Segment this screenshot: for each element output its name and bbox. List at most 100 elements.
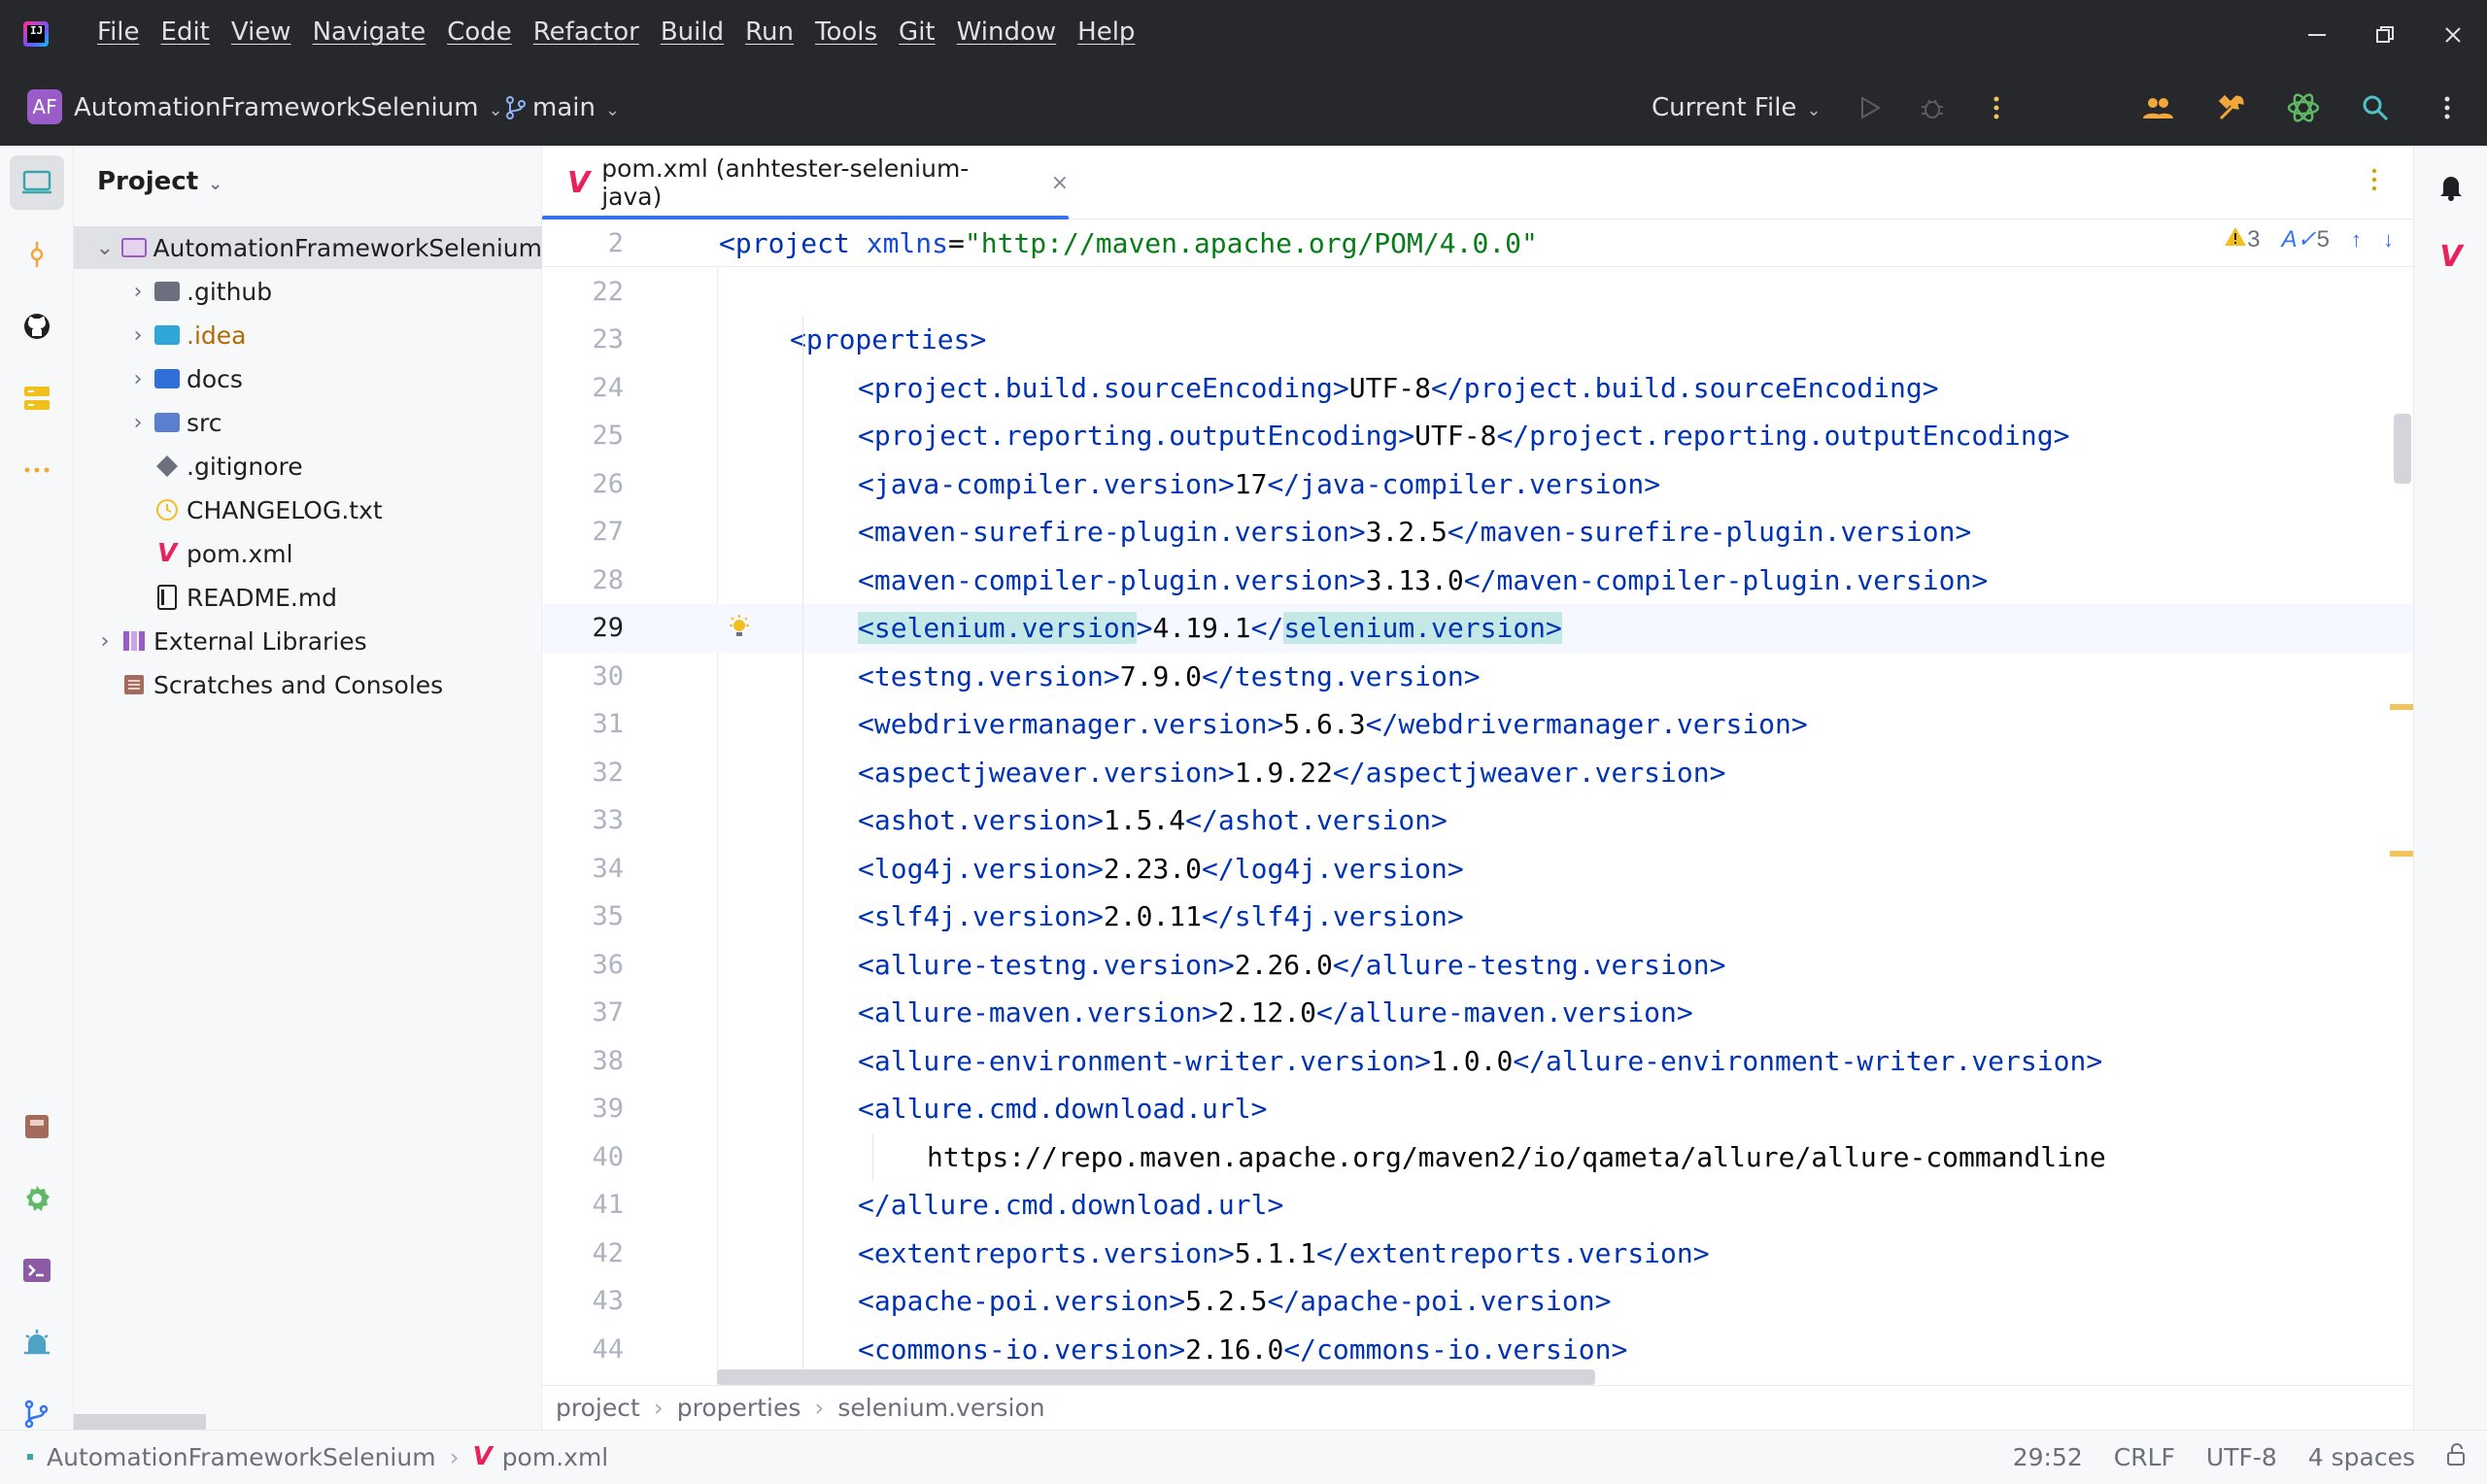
debug-icon[interactable]	[1916, 91, 1949, 124]
code-line[interactable]: 34 <log4j.version>2.23.0</log4j.version>	[542, 845, 2413, 894]
github-icon[interactable]	[10, 299, 64, 354]
terminal-tool-icon[interactable]	[10, 1243, 64, 1298]
search-everywhere-icon[interactable]	[2359, 91, 2392, 124]
indent-setting[interactable]: 4 spaces	[2308, 1443, 2415, 1471]
line-separator[interactable]: CRLF	[2114, 1443, 2175, 1471]
code-line[interactable]: 43 <apache-poi.version>5.2.5</apache-poi.…	[542, 1277, 2413, 1326]
chevron-right-icon[interactable]: ›	[128, 280, 148, 304]
code-line[interactable]: 26 <java-compiler.version>17</java-compil…	[542, 460, 2413, 509]
code-line[interactable]: 42 <extentreports.version>5.1.1</extentre…	[542, 1230, 2413, 1278]
editor-horizontal-scrollbar[interactable]	[717, 1369, 1595, 1385]
code-line[interactable]: 44 <commons-io.version>2.16.0</commons-io…	[542, 1326, 2413, 1374]
chevron-down-icon[interactable]: ⌄	[95, 236, 115, 260]
maven-tool-icon[interactable]: V	[2424, 229, 2478, 284]
caret-position[interactable]: 29:52	[2013, 1443, 2083, 1471]
status-project[interactable]: AutomationFrameworkSelenium	[47, 1443, 436, 1471]
menu-edit[interactable]: Edit	[161, 17, 221, 47]
warning-marker[interactable]	[2390, 704, 2413, 710]
code-line[interactable]: 38 <allure-environment-writer.version>1.0…	[542, 1037, 2413, 1086]
unlock-icon[interactable]	[2446, 1442, 2468, 1471]
code-line[interactable]: 40 https://repo.maven.apache.org/maven2/i…	[542, 1133, 2413, 1182]
code-line[interactable]: 22	[542, 268, 2413, 317]
code-line[interactable]: 27 <maven-surefire-plugin.version>3.2.5</…	[542, 508, 2413, 556]
notifications-bell-icon[interactable]	[2424, 159, 2478, 214]
breadcrumb-item[interactable]: selenium.version	[837, 1394, 1044, 1422]
menu-run[interactable]: Run	[745, 17, 804, 47]
more-actions-icon[interactable]	[1980, 91, 2013, 124]
code-editor[interactable]: 22 23 <properties> 24 <project.build.sourceE…	[542, 219, 2413, 1385]
menu-refactor[interactable]: Refactor	[533, 17, 650, 47]
next-highlight-icon[interactable]: ↓	[2383, 227, 2394, 253]
tree-item-readme[interactable]: README.md	[74, 576, 542, 619]
code-line[interactable]: 39 <allure.cmd.download.url>	[542, 1085, 2413, 1133]
code-line[interactable]: 25 <project.reporting.outputEncoding>UTF-…	[542, 412, 2413, 460]
structure-tool-icon[interactable]	[10, 371, 64, 425]
code-line[interactable]: 28 <maven-compiler-plugin.version>3.13.0<…	[542, 556, 2413, 605]
code-line[interactable]: 24 <project.build.sourceEncoding>UTF-8</p…	[542, 364, 2413, 413]
tree-item-gitignore[interactable]: .gitignore	[74, 445, 542, 488]
settings-gear-icon[interactable]	[10, 1171, 64, 1226]
tab-options-icon[interactable]	[2370, 167, 2378, 198]
chevron-right-icon[interactable]: ›	[128, 411, 148, 435]
main-menu-icon[interactable]	[2431, 91, 2464, 124]
ai-assistant-icon[interactable]	[2287, 91, 2320, 124]
tree-item-external-libraries[interactable]: › External Libraries	[74, 620, 542, 662]
branch-switcher[interactable]: main ⌄	[532, 93, 620, 122]
code-line[interactable]: 33 <ashot.version>1.5.4</ashot.version>	[542, 796, 2413, 845]
code-line[interactable]: 30 <testng.version>7.9.0</testng.version>	[542, 653, 2413, 701]
file-encoding[interactable]: UTF-8	[2206, 1443, 2277, 1471]
run-icon[interactable]	[1854, 91, 1887, 124]
menu-build[interactable]: Build	[661, 17, 734, 47]
breadcrumb-item[interactable]: properties	[677, 1394, 801, 1422]
project-switcher[interactable]: AutomationFrameworkSelenium ⌄	[74, 93, 503, 122]
tree-item-docs[interactable]: › docs	[74, 357, 542, 400]
tree-item-changelog[interactable]: CHANGELOG.txt	[74, 489, 542, 531]
menu-help[interactable]: Help	[1077, 17, 1145, 47]
tree-item-scratches[interactable]: Scratches and Consoles	[74, 663, 542, 706]
tab-pom-xml[interactable]: V pom.xml (anhtester-selenium-java) ×	[542, 146, 1069, 220]
panel-horizontal-scrollbar[interactable]	[74, 1414, 206, 1430]
tree-item-src[interactable]: › src	[74, 401, 542, 444]
intellij-logo-icon[interactable]: IJ	[23, 21, 49, 47]
status-file[interactable]: pom.xml	[502, 1443, 609, 1471]
menu-file[interactable]: File	[97, 17, 151, 47]
tree-item-idea[interactable]: › .idea	[74, 314, 542, 356]
chevron-right-icon[interactable]: ›	[128, 367, 148, 391]
project-tool-icon[interactable]	[10, 155, 64, 210]
commit-tool-icon[interactable]	[10, 227, 64, 282]
chevron-right-icon[interactable]: ›	[128, 323, 148, 348]
tree-item-pom[interactable]: V pom.xml	[74, 532, 542, 575]
typos-count[interactable]: A✓5	[2282, 225, 2330, 253]
tree-item-root[interactable]: ⌄ AutomationFrameworkSelenium	[74, 226, 542, 269]
menu-view[interactable]: View	[231, 17, 302, 47]
code-line[interactable]: 37 <allure-maven.version>2.12.0</allure-m…	[542, 989, 2413, 1037]
menu-git[interactable]: Git	[899, 17, 946, 47]
menu-window[interactable]: Window	[957, 17, 1068, 47]
project-badge[interactable]: AF	[27, 89, 62, 124]
code-line[interactable]: 36 <allure-testng.version>2.26.0</allure-…	[542, 941, 2413, 990]
editor-vertical-scrollbar[interactable]	[2394, 414, 2411, 484]
code-line[interactable]: 35 <slf4j.version>2.0.11</slf4j.version>	[542, 893, 2413, 941]
inspection-widget[interactable]: 3 A✓5 ↑ ↓	[2224, 225, 2394, 253]
menu-tools[interactable]: Tools	[815, 17, 888, 47]
warning-marker[interactable]	[2390, 851, 2413, 857]
code-line[interactable]: 32 <aspectjweaver.version>1.9.22</aspectj…	[542, 749, 2413, 797]
code-line[interactable]: 23 <properties>	[542, 316, 2413, 364]
project-view-selector[interactable]: Project ⌄	[97, 167, 222, 196]
services-tool-icon[interactable]	[10, 1099, 64, 1154]
close-icon[interactable]: ×	[1051, 171, 1069, 195]
run-config-selector[interactable]: Current File ⌄	[1652, 93, 1822, 122]
chevron-right-icon[interactable]: ›	[95, 629, 115, 654]
code-line[interactable]: 31 <webdrivermanager.version>5.6.3</webdr…	[542, 700, 2413, 749]
code-line[interactable]: 41 </allure.cmd.download.url>	[542, 1181, 2413, 1230]
problems-tool-icon[interactable]	[10, 1315, 64, 1369]
menu-code[interactable]: Code	[447, 17, 523, 47]
menu-navigate[interactable]: Navigate	[313, 17, 437, 47]
code-with-me-icon[interactable]	[2141, 91, 2174, 124]
code-line[interactable]: 29 <selenium.version>4.19.1</selenium.ver…	[542, 604, 2413, 653]
previous-highlight-icon[interactable]: ↑	[2351, 227, 2362, 253]
breadcrumb-item[interactable]: project	[556, 1394, 640, 1422]
sticky-header-line[interactable]: 2 <project xmlns="http://maven.apache.or…	[542, 219, 2413, 267]
minimize-icon[interactable]	[2283, 0, 2351, 70]
close-window-icon[interactable]	[2419, 0, 2487, 70]
